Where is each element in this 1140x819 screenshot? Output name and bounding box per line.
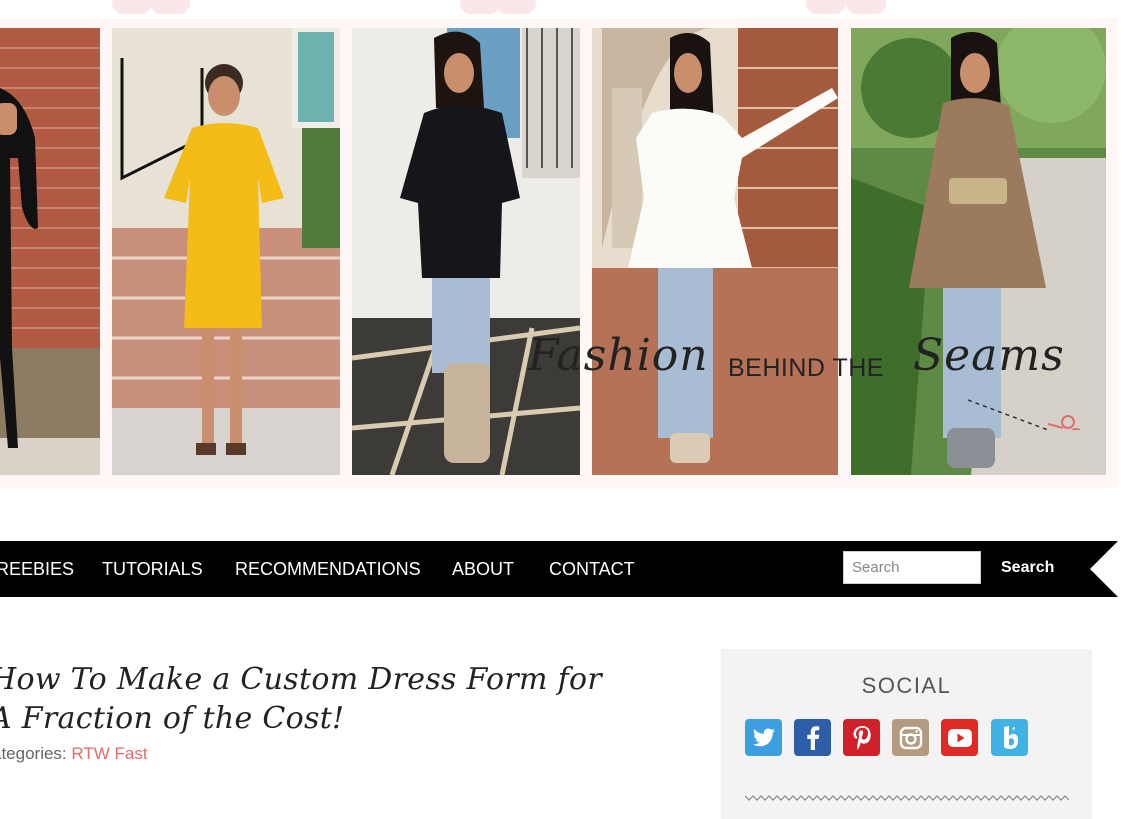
post-title[interactable]: How To Make a Custom Dress Form for A Fr… — [0, 660, 630, 738]
banner-photo-black-dress — [0, 28, 100, 475]
social-heading: SOCIAL — [861, 673, 952, 698]
top-decor — [0, 0, 1140, 18]
pinterest-icon[interactable] — [843, 719, 880, 756]
nav-item-recommendations[interactable]: RECOMMENDATIONS — [235, 541, 421, 597]
category-link[interactable]: RTW Fast — [71, 744, 147, 763]
youtube-icon[interactable] — [941, 719, 978, 756]
scissors-icon — [967, 399, 1081, 430]
header-banner[interactable]: Fashion BEHIND THE Seams — [0, 18, 1118, 488]
twitter-icon[interactable] — [745, 719, 782, 756]
facebook-icon[interactable] — [794, 719, 831, 756]
nav-item-freebies[interactable]: REEBIES — [0, 541, 74, 597]
site-logo[interactable]: Fashion BEHIND THE Seams — [528, 320, 1088, 430]
categories-label: ategories: — [0, 744, 67, 763]
banner-photo-yellow-dress — [112, 28, 340, 475]
zigzag-divider — [745, 795, 1069, 801]
nav-item-about[interactable]: ABOUT — [452, 541, 514, 597]
main-nav: REEBIES TUTORIALS RECOMMENDATIONS ABOUT … — [0, 541, 1118, 597]
sidebar-social-widget: SOCIAL — [721, 649, 1092, 819]
instagram-icon[interactable] — [892, 719, 929, 756]
search-button[interactable]: Search — [992, 551, 1063, 585]
search-input[interactable] — [843, 551, 981, 584]
nav-item-contact[interactable]: CONTACT — [549, 541, 635, 597]
post-categories: ategories: RTW Fast — [0, 744, 148, 764]
bloglovin-icon[interactable] — [991, 719, 1028, 756]
nav-item-tutorials[interactable]: TUTORIALS — [102, 541, 203, 597]
